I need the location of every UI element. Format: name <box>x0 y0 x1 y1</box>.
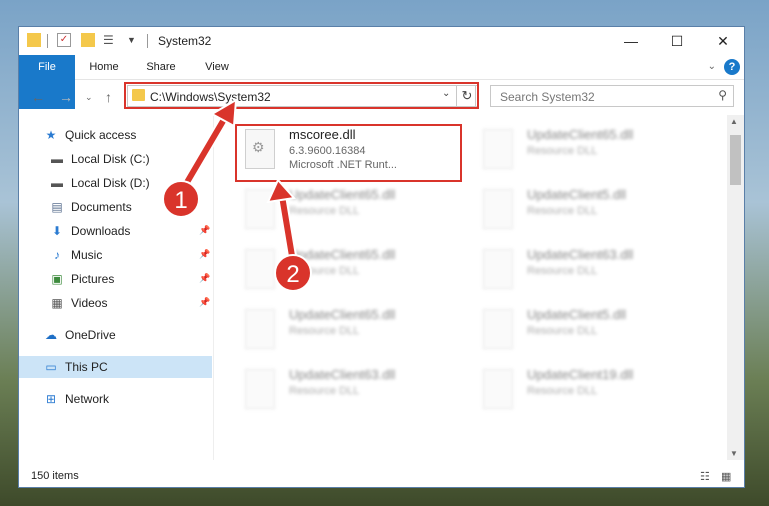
step-badge-1: 1 <box>162 180 200 218</box>
step-badge-2: 2 <box>274 254 312 292</box>
annotation-arrows <box>181 98 297 261</box>
arrow-2-head <box>266 178 296 204</box>
arrow-1 <box>183 113 229 187</box>
